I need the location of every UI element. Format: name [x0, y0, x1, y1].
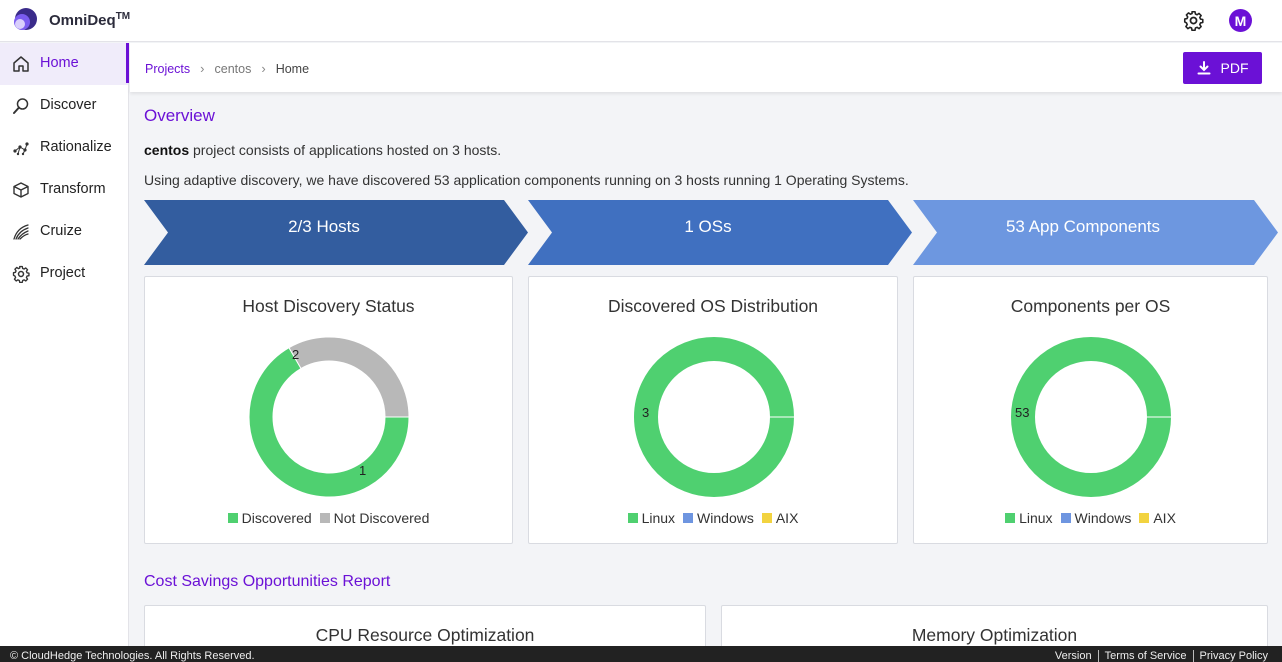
sidebar-item-home[interactable]: Home — [0, 43, 129, 85]
pdf-download-button[interactable]: PDF — [1183, 52, 1262, 84]
overview-summary: centos project consists of applications … — [144, 142, 502, 158]
legend-item-aix[interactable]: AIX — [761, 510, 798, 526]
footer-privacy-link[interactable]: Privacy Policy — [1192, 650, 1274, 662]
omnideq-logo-icon[interactable] — [12, 7, 38, 33]
settings-gear-icon[interactable] — [1183, 10, 1204, 31]
chart-legend: Linux Windows AIX — [914, 510, 1267, 526]
slice-label-linux: 3 — [642, 405, 650, 420]
sidebar-item-transform[interactable]: Transform — [0, 169, 128, 211]
sidebar-item-label: Project — [40, 265, 86, 281]
gear-icon — [12, 265, 30, 283]
os-distribution-donut — [634, 337, 794, 497]
host-discovery-donut — [248, 336, 410, 498]
sidebar-item-rationalize[interactable]: Rationalize — [0, 127, 128, 169]
slice-label-not-discovered: 1 — [359, 463, 367, 478]
step-os-label: 1 OSs — [684, 217, 732, 236]
sidebar-item-label: Home — [40, 55, 79, 71]
chart-title: Components per OS — [1010, 296, 1171, 316]
slice-label-discovered: 2 — [292, 347, 300, 362]
page-header: Projects › centos › Home PDF — [130, 43, 1282, 92]
home-icon — [13, 56, 29, 72]
footer-terms-link[interactable]: Terms of Service — [1097, 650, 1193, 662]
slice-label-linux: 53 — [1015, 405, 1030, 420]
sidebar-item-project[interactable]: Project — [0, 253, 128, 295]
step-components-label: 53 App Components — [1005, 217, 1161, 236]
slice-linux[interactable] — [1011, 337, 1171, 497]
brand-name: OmniDeqTM — [49, 11, 131, 29]
components-per-os-donut — [1011, 337, 1171, 497]
pdf-button-label: PDF — [1220, 60, 1249, 76]
user-avatar[interactable]: M — [1229, 9, 1252, 32]
breadcrumb-current: Home — [275, 61, 310, 76]
rationalize-icon — [13, 142, 29, 156]
project-name: centos — [144, 142, 190, 158]
slice-not-discovered[interactable] — [288, 336, 410, 418]
sidebar-item-label: Transform — [40, 181, 106, 197]
legend-item-linux[interactable]: Linux — [627, 510, 675, 526]
sidebar-item-label: Rationalize — [40, 139, 112, 155]
legend-item-windows[interactable]: Windows — [683, 510, 754, 526]
footer-version-link[interactable]: Version — [1049, 650, 1098, 662]
legend-item-aix[interactable]: AIX — [1139, 510, 1176, 526]
card-title: CPU Resource Optimization — [315, 625, 535, 645]
breadcrumb-project-link[interactable]: centos — [215, 62, 252, 76]
footer-copyright: © CloudHedge Technologies. All Rights Re… — [10, 650, 255, 662]
legend-item-windows[interactable]: Windows — [1060, 510, 1131, 526]
breadcrumb-separator: › — [200, 61, 205, 76]
chart-legend: Discovered Not Discovered — [145, 510, 512, 526]
card-title: Memory Optimization — [911, 625, 1078, 645]
sidebar-item-label: Discover — [40, 97, 97, 113]
overview-discovery-text: Using adaptive discovery, we have discov… — [144, 172, 909, 188]
sidebar-item-label: Cruize — [40, 223, 82, 239]
download-icon — [1197, 61, 1210, 75]
sidebar-item-cruize[interactable]: Cruize — [0, 211, 128, 253]
summary-steps: 2/3 Hosts 1 OSs 53 App Components — [144, 200, 1278, 265]
host-discovery-card: Host Discovery Status 2 1 Discovered Not… — [144, 276, 513, 544]
os-distribution-card: Discovered OS Distribution 3 Linux Windo… — [528, 276, 898, 544]
cube-icon — [13, 182, 29, 198]
top-bar: OmniDeqTM M — [0, 0, 1282, 42]
sidebar: Home Discover Rationalize Transform Crui… — [0, 43, 129, 646]
sidebar-item-discover[interactable]: Discover — [0, 85, 128, 127]
breadcrumb-projects-link[interactable]: Projects — [145, 62, 190, 76]
legend-item-linux[interactable]: Linux — [1005, 510, 1053, 526]
cruize-icon — [13, 224, 29, 240]
step-hosts-label: 2/3 Hosts — [288, 217, 360, 236]
breadcrumb: Projects › centos › Home — [145, 61, 309, 76]
chart-legend: Linux Windows AIX — [529, 510, 897, 526]
components-per-os-card: Components per OS 53 Linux Windows AIX — [913, 276, 1268, 544]
slice-linux[interactable] — [634, 337, 794, 497]
legend-item-not-discovered[interactable]: Not Discovered — [319, 510, 429, 526]
chart-title: Discovered OS Distribution — [607, 296, 819, 316]
overview-title: Overview — [144, 106, 215, 125]
chart-title: Host Discovery Status — [242, 296, 415, 316]
footer: © CloudHedge Technologies. All Rights Re… — [0, 646, 1282, 662]
cost-savings-title: Cost Savings Opportunities Report — [144, 573, 391, 590]
footer-links: Version Terms of Service Privacy Policy — [1049, 650, 1274, 662]
legend-item-discovered[interactable]: Discovered — [227, 510, 312, 526]
breadcrumb-separator: › — [261, 61, 266, 76]
discover-icon — [13, 98, 29, 114]
